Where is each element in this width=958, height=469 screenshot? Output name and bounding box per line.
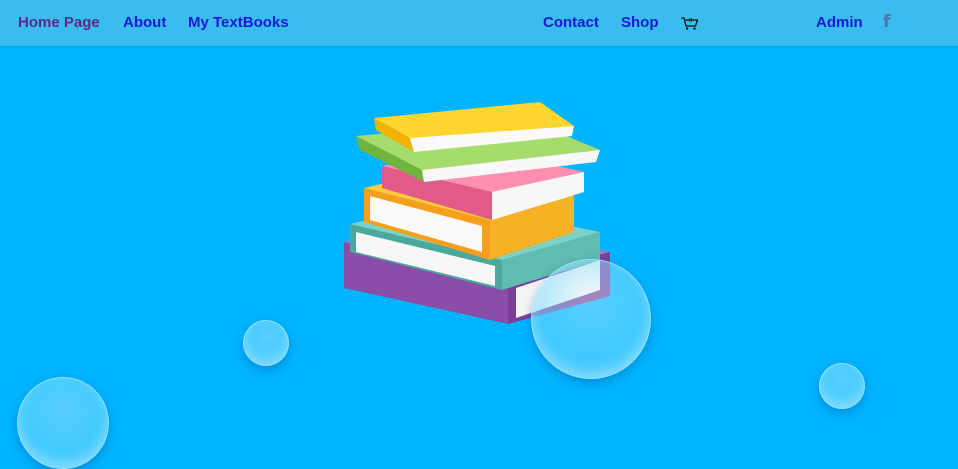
nav-contact-link[interactable]: Contact bbox=[543, 0, 599, 46]
bubble-small-right bbox=[819, 363, 865, 409]
nav-textbooks-link[interactable]: My TextBooks bbox=[188, 0, 289, 46]
top-navbar: Home Page About My TextBooks Contact Sho… bbox=[0, 0, 958, 46]
bubble-bottom-left bbox=[17, 377, 109, 469]
facebook-icon[interactable]: f bbox=[883, 12, 890, 32]
nav-home-link[interactable]: Home Page bbox=[18, 0, 100, 46]
bubble-large bbox=[531, 259, 651, 379]
shopping-cart-icon[interactable]: 0 bbox=[681, 15, 699, 31]
nav-admin-link[interactable]: Admin bbox=[816, 0, 863, 46]
nav-shop-link[interactable]: Shop bbox=[621, 0, 659, 46]
nav-about-link[interactable]: About bbox=[123, 0, 166, 46]
cart-count: 0 bbox=[689, 18, 693, 25]
bubble-small-left bbox=[243, 320, 289, 366]
